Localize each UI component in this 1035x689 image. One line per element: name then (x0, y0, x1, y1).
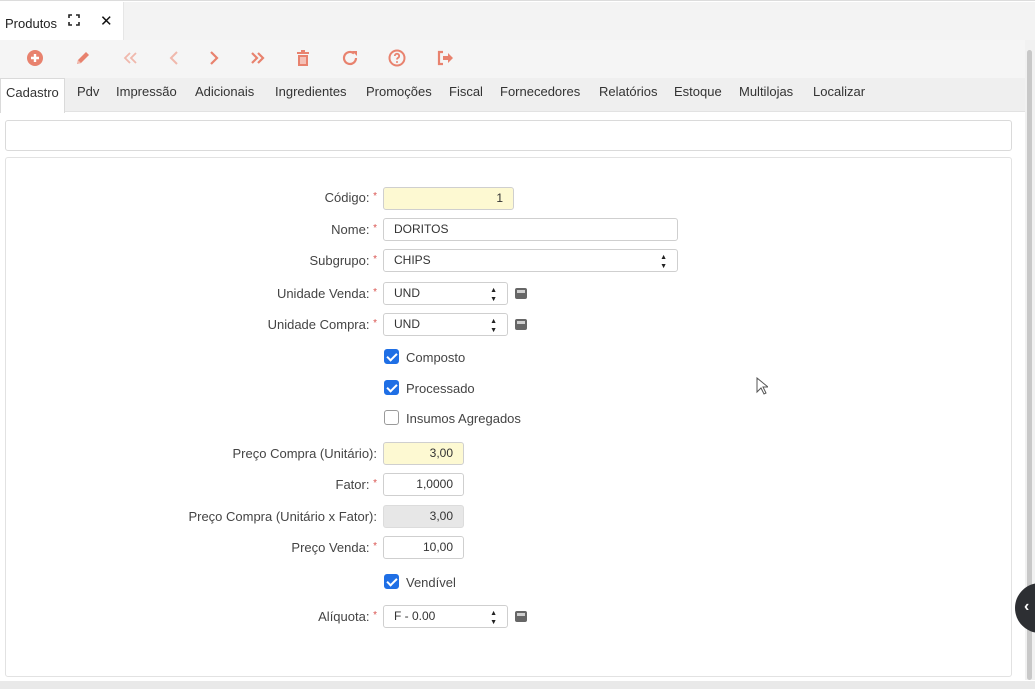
help-button[interactable] (385, 46, 409, 70)
tabstrip-background (124, 2, 1035, 41)
side-panel-toggle[interactable]: ‹ (1015, 583, 1035, 633)
first-record-button[interactable] (118, 46, 142, 70)
sign-out-icon (437, 50, 453, 66)
edit-button[interactable] (71, 46, 95, 70)
tab-fiscal[interactable]: Fiscal (444, 78, 488, 112)
next-record-button[interactable] (202, 46, 226, 70)
unidade-venda-select[interactable]: UND ▲ ▼ (383, 282, 508, 305)
tab-bar: Cadastro Pdv Impressão Adicionais Ingred… (0, 78, 1025, 113)
calculator-icon[interactable] (515, 611, 527, 622)
select-arrows-icon: ▲ ▼ (660, 254, 667, 270)
aliquota-label: Alíquota: * (318, 609, 377, 624)
tab-fornecedores[interactable]: Fornecedores (495, 78, 585, 112)
fator-label: Fator: * (335, 477, 378, 492)
tab-pdv[interactable]: Pdv (72, 78, 104, 112)
vendivel-label: Vendível (406, 575, 456, 590)
tab-adicionais[interactable]: Adicionais (190, 78, 259, 112)
preco-compra-field[interactable]: 3,00 (383, 442, 464, 465)
subgrupo-label: Subgrupo: * (309, 253, 377, 268)
plus-circle-icon (27, 50, 43, 66)
vendivel-checkbox[interactable] (384, 574, 399, 589)
tab-estoque[interactable]: Estoque (669, 78, 727, 112)
tab-promocoes[interactable]: Promoções (361, 78, 437, 112)
tab-multilojas[interactable]: Multilojas (734, 78, 798, 112)
unidade-venda-label: Unidade Venda: * (276, 286, 377, 301)
close-icon[interactable]: ✕ (100, 12, 113, 30)
pencil-icon (77, 52, 89, 64)
toolbar (0, 40, 1025, 78)
unidade-compra-select[interactable]: UND ▲ ▼ (383, 313, 508, 336)
composto-label: Composto (406, 350, 466, 365)
processado-label: Processado (406, 381, 475, 396)
select-arrows-icon: ▲ ▼ (490, 610, 497, 626)
tab-ingredientes[interactable]: Ingredientes (270, 78, 352, 112)
refresh-button[interactable] (338, 46, 362, 70)
insumos-agregados-checkbox[interactable] (384, 410, 399, 425)
unidade-compra-label: Unidade Compra: * (267, 317, 377, 332)
tab-cadastro[interactable]: Cadastro (0, 78, 65, 113)
select-arrows-icon: ▲ ▼ (490, 287, 497, 303)
composto-checkbox[interactable] (384, 349, 399, 364)
aliquota-value: F - 0.00 (394, 609, 436, 623)
window-title: Produtos (5, 16, 58, 31)
chevron-right-icon (210, 51, 219, 65)
refresh-icon (342, 50, 358, 66)
window-tab[interactable]: Produtos ✕ (0, 2, 124, 42)
expand-icon[interactable] (68, 14, 82, 28)
processado-checkbox[interactable] (384, 380, 399, 395)
preco-venda-field[interactable]: 10,00 (383, 536, 464, 559)
preco-venda-label: Preço Venda: * (291, 540, 377, 555)
tab-localizar[interactable]: Localizar (808, 78, 870, 112)
previous-record-button[interactable] (162, 46, 186, 70)
tab-relatorios[interactable]: Relatórios (594, 78, 663, 112)
exit-button[interactable] (433, 46, 457, 70)
subgrupo-value: CHIPS (394, 253, 431, 267)
insumos-agregados-label: Insumos Agregados (406, 411, 521, 426)
codigo-label: Código: * (324, 190, 377, 205)
mouse-cursor-icon (756, 376, 770, 398)
bottom-bar (0, 681, 1035, 689)
aliquota-select[interactable]: F - 0.00 ▲ ▼ (383, 605, 508, 628)
nome-label: Nome: * (331, 222, 377, 237)
preco-compra-fator-label: Preço Compra (Unitário x Fator): (188, 509, 377, 524)
last-record-button[interactable] (246, 46, 270, 70)
add-button[interactable] (23, 46, 47, 70)
calculator-icon[interactable] (515, 319, 527, 330)
window-titlebar: Produtos ✕ (0, 0, 1035, 42)
question-circle-icon (388, 49, 406, 67)
preco-compra-label: Preço Compra (Unitário): (232, 446, 378, 461)
double-chevron-left-icon (123, 52, 137, 64)
nome-field[interactable]: DORITOS (383, 218, 678, 241)
subgrupo-select[interactable]: CHIPS ▲ ▼ (383, 249, 678, 272)
chevron-left-icon: ‹ (1024, 598, 1030, 615)
fator-field[interactable]: 1,0000 (383, 473, 464, 496)
trash-icon (297, 50, 309, 66)
delete-button[interactable] (291, 46, 315, 70)
preco-compra-fator-field: 3,00 (383, 505, 464, 528)
unidade-venda-value: UND (394, 286, 420, 300)
tab-impressao[interactable]: Impressão (111, 78, 182, 112)
info-bar (5, 120, 1012, 151)
calculator-icon[interactable] (515, 288, 527, 299)
select-arrows-icon: ▲ ▼ (490, 318, 497, 334)
double-chevron-right-icon (251, 52, 265, 64)
unidade-compra-value: UND (394, 317, 420, 331)
chevron-left-icon (169, 51, 178, 65)
codigo-field[interactable]: 1 (383, 187, 514, 210)
